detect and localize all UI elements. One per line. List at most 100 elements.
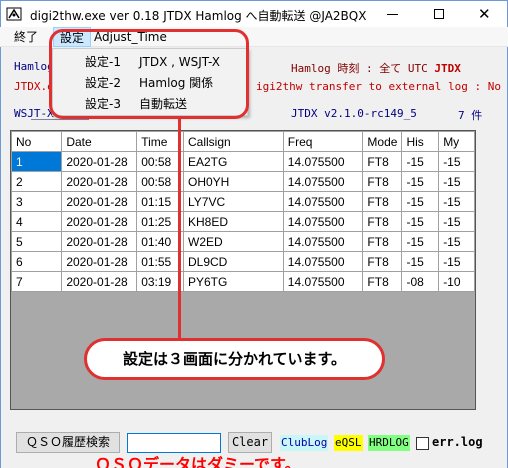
cell-my[interactable]: -15 xyxy=(438,211,475,232)
cell-date[interactable]: 2020-01-28 xyxy=(61,211,138,232)
cell-his[interactable]: -15 xyxy=(401,171,440,192)
hamlog-time-setting: Hamlog 時刻 : 全て UTC JTDX xyxy=(291,60,461,76)
cell-my[interactable]: -15 xyxy=(438,171,475,192)
header-his[interactable]: His xyxy=(401,131,440,152)
transfer-status: igi2thw transfer to external log : No xyxy=(256,80,502,93)
table-row[interactable]: 6 2020-01-28 01:55 DL9CD 14.075500 FT8 -… xyxy=(11,251,475,272)
header-callsign[interactable]: Callsign xyxy=(183,131,284,152)
cell-mode[interactable]: FT8 xyxy=(362,251,403,272)
cell-my[interactable]: -15 xyxy=(438,231,475,252)
clublog-indicator[interactable]: ClubLog xyxy=(280,435,329,451)
cell-freq[interactable]: 14.075500 xyxy=(282,231,364,252)
cell-callsign[interactable]: DL9CD xyxy=(183,251,284,272)
maximize-icon xyxy=(434,9,444,19)
cell-freq[interactable]: 14.075500 xyxy=(282,171,364,192)
search-input[interactable] xyxy=(127,433,221,453)
header-mode[interactable]: Mode xyxy=(362,131,403,152)
errlog-checkbox[interactable] xyxy=(416,437,429,450)
cell-his[interactable]: -15 xyxy=(401,191,440,212)
cell-mode[interactable]: FT8 xyxy=(362,271,403,292)
cell-freq[interactable]: 14.075500 xyxy=(282,211,364,232)
cell-date[interactable]: 2020-01-28 xyxy=(61,171,138,192)
cell-date[interactable]: 2020-01-28 xyxy=(61,191,138,212)
cell-no[interactable]: 7 xyxy=(11,271,63,292)
cell-callsign[interactable]: LY7VC xyxy=(183,191,284,212)
header-time[interactable]: Time xyxy=(136,131,184,152)
hrdlog-indicator[interactable]: HRDLOG xyxy=(368,435,410,451)
cell-mode[interactable]: FT8 xyxy=(362,191,403,212)
qso-table: No Date Time Callsign Freq Mode His My 1… xyxy=(11,131,475,292)
clear-button[interactable]: Clear xyxy=(228,432,272,453)
cell-mode[interactable]: FT8 xyxy=(362,211,403,232)
cell-no[interactable]: 1 xyxy=(11,151,63,172)
cell-mode[interactable]: FT8 xyxy=(362,171,403,192)
table-row[interactable]: 3 2020-01-28 01:15 LY7VC 14.075500 FT8 -… xyxy=(11,191,475,212)
header-no[interactable]: No xyxy=(11,131,63,152)
cell-time[interactable]: 00:58 xyxy=(136,171,184,192)
minimize-button[interactable] xyxy=(370,1,416,27)
cell-callsign[interactable]: KH8ED xyxy=(183,211,284,232)
hamlog-time-label: Hamlog 時刻 : 全て UTC xyxy=(291,62,428,75)
jtdx-version: JTDX v2.1.0-rc149_5 xyxy=(291,107,417,120)
cell-date[interactable]: 2020-01-28 xyxy=(61,151,138,172)
cell-callsign[interactable]: EA2TG xyxy=(183,151,284,172)
table-row[interactable]: 5 2020-01-28 01:40 W2ED 14.075500 FT8 -1… xyxy=(11,231,475,252)
cell-his[interactable]: -15 xyxy=(401,231,440,252)
cell-no[interactable]: 2 xyxy=(11,171,63,192)
cell-no[interactable]: 6 xyxy=(11,251,63,272)
cell-time[interactable]: 03:19 xyxy=(136,271,184,292)
close-icon: ✕ xyxy=(478,5,491,23)
cell-mode[interactable]: FT8 xyxy=(362,231,403,252)
table-row[interactable]: 1 2020-01-28 00:58 EA2TG 14.075500 FT8 -… xyxy=(11,151,475,172)
table-row[interactable]: 7 2020-01-28 03:19 PY6TG 14.075500 FT8 -… xyxy=(11,271,475,292)
cell-no[interactable]: 4 xyxy=(11,211,63,232)
header-my[interactable]: My xyxy=(438,131,475,152)
errlog-label[interactable]: err.log xyxy=(432,435,483,449)
cell-callsign[interactable]: OH0YH xyxy=(183,171,284,192)
maximize-button[interactable] xyxy=(416,1,462,27)
cell-my[interactable]: -15 xyxy=(438,191,475,212)
hamlog-time-app: JTDX xyxy=(434,62,461,75)
cell-his[interactable]: -15 xyxy=(401,251,440,272)
cell-date[interactable]: 2020-01-28 xyxy=(61,231,138,252)
app-logo-icon xyxy=(6,7,22,21)
cell-date[interactable]: 2020-01-28 xyxy=(61,271,138,292)
cell-freq[interactable]: 14.075500 xyxy=(282,271,364,292)
cell-time[interactable]: 01:55 xyxy=(136,251,184,272)
record-count: 7 件 xyxy=(458,109,483,122)
cell-callsign[interactable]: PY6TG xyxy=(183,271,284,292)
jtdx-path-label: JTDX.e xyxy=(14,80,54,93)
cell-my[interactable]: -10 xyxy=(438,271,475,292)
cell-his[interactable]: -08 xyxy=(401,271,440,292)
settings-explanation-callout: 設定は３画面に分かれています。 xyxy=(84,338,385,380)
header-date[interactable]: Date xyxy=(61,131,138,152)
title-bar: digi2thw.exe ver 0.18 JTDX Hamlog へ自動転送 … xyxy=(0,0,508,27)
cell-time[interactable]: 01:15 xyxy=(136,191,184,212)
cell-his[interactable]: -15 xyxy=(401,211,440,232)
qso-history-search-button[interactable]: ＱＳＯ履歴検索 xyxy=(16,432,120,453)
cell-time[interactable]: 01:25 xyxy=(136,211,184,232)
table-row[interactable]: 2 2020-01-28 00:58 OH0YH 14.075500 FT8 -… xyxy=(11,171,475,192)
dummy-data-note: ＱＳＯデータはダミーです。 xyxy=(95,455,301,468)
cell-freq[interactable]: 14.075500 xyxy=(282,151,364,172)
cell-time[interactable]: 00:58 xyxy=(136,151,184,172)
close-button[interactable]: ✕ xyxy=(462,1,508,27)
header-row: No Date Time Callsign Freq Mode His My xyxy=(11,131,475,152)
eqsl-indicator[interactable]: eQSL xyxy=(334,435,363,451)
cell-my[interactable]: -15 xyxy=(438,151,475,172)
settings-highlight-callout xyxy=(49,29,249,119)
cell-his[interactable]: -15 xyxy=(401,151,440,172)
menu-exit[interactable]: 終了 xyxy=(8,27,44,47)
cell-time[interactable]: 01:40 xyxy=(136,231,184,252)
header-freq[interactable]: Freq xyxy=(282,131,364,152)
cell-no[interactable]: 3 xyxy=(11,191,63,212)
table-row[interactable]: 4 2020-01-28 01:25 KH8ED 14.075500 FT8 -… xyxy=(11,211,475,232)
minimize-icon xyxy=(387,14,398,15)
cell-my[interactable]: -15 xyxy=(438,251,475,272)
cell-date[interactable]: 2020-01-28 xyxy=(61,251,138,272)
cell-callsign[interactable]: W2ED xyxy=(183,231,284,252)
cell-no[interactable]: 5 xyxy=(11,231,63,252)
cell-freq[interactable]: 14.075500 xyxy=(282,251,364,272)
cell-freq[interactable]: 14.075500 xyxy=(282,191,364,212)
cell-mode[interactable]: FT8 xyxy=(362,151,403,172)
